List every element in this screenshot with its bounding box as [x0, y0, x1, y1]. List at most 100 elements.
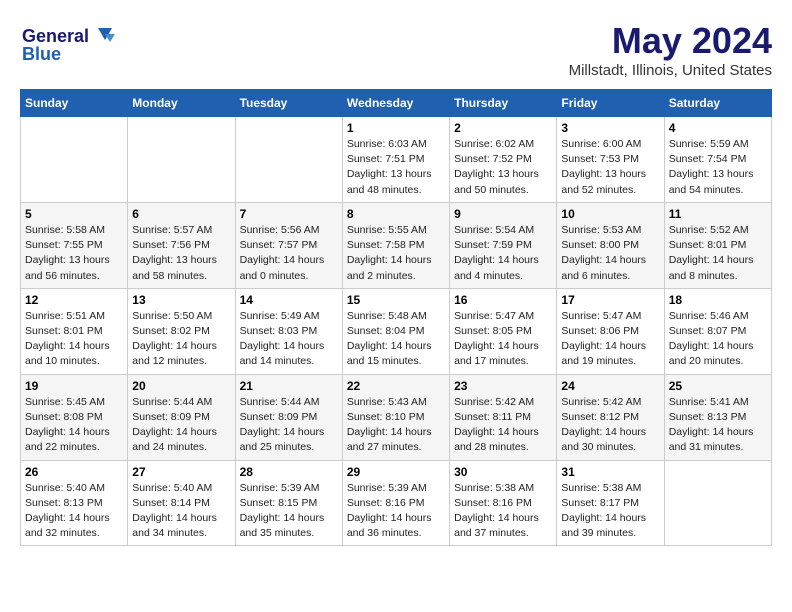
day-number: 14 — [240, 293, 338, 307]
day-number: 12 — [25, 293, 123, 307]
day-number: 17 — [561, 293, 659, 307]
day-number: 23 — [454, 379, 552, 393]
day-info: Sunrise: 6:00 AMSunset: 7:53 PMDaylight:… — [561, 137, 659, 198]
day-number: 7 — [240, 207, 338, 221]
weekday-header: Friday — [557, 90, 664, 117]
day-info: Sunrise: 5:38 AMSunset: 8:17 PMDaylight:… — [561, 481, 659, 542]
day-info: Sunrise: 5:48 AMSunset: 8:04 PMDaylight:… — [347, 309, 445, 370]
calendar-cell: 10 Sunrise: 5:53 AMSunset: 8:00 PMDayligh… — [557, 202, 664, 288]
day-number: 26 — [25, 465, 123, 479]
day-number: 18 — [669, 293, 767, 307]
svg-text:General: General — [22, 26, 89, 46]
day-number: 13 — [132, 293, 230, 307]
day-info: Sunrise: 5:49 AMSunset: 8:03 PMDaylight:… — [240, 309, 338, 370]
weekday-header: Wednesday — [342, 90, 449, 117]
day-info: Sunrise: 6:02 AMSunset: 7:52 PMDaylight:… — [454, 137, 552, 198]
calendar-cell: 12 Sunrise: 5:51 AMSunset: 8:01 PMDayligh… — [21, 288, 128, 374]
day-info: Sunrise: 5:51 AMSunset: 8:01 PMDaylight:… — [25, 309, 123, 370]
day-number: 15 — [347, 293, 445, 307]
calendar-cell: 19 Sunrise: 5:45 AMSunset: 8:08 PMDayligh… — [21, 374, 128, 460]
calendar-cell: 23Sunrise: 5:42 AMSunset: 8:11 PMDayligh… — [450, 374, 557, 460]
day-info: Sunrise: 5:53 AMSunset: 8:00 PMDaylight:… — [561, 223, 659, 284]
calendar-cell — [21, 117, 128, 203]
day-info: Sunrise: 5:39 AMSunset: 8:15 PMDaylight:… — [240, 481, 338, 542]
day-info: Sunrise: 5:47 AMSunset: 8:06 PMDaylight:… — [561, 309, 659, 370]
day-info: Sunrise: 5:40 AMSunset: 8:13 PMDaylight:… — [25, 481, 123, 542]
calendar-cell: 24Sunrise: 5:42 AMSunset: 8:12 PMDayligh… — [557, 374, 664, 460]
calendar-cell: 18 Sunrise: 5:46 AMSunset: 8:07 PMDayligh… — [664, 288, 771, 374]
day-info: Sunrise: 5:39 AMSunset: 8:16 PMDaylight:… — [347, 481, 445, 542]
weekday-header: Saturday — [664, 90, 771, 117]
calendar-cell: 26 Sunrise: 5:40 AMSunset: 8:13 PMDayligh… — [21, 460, 128, 546]
day-info: Sunrise: 5:57 AMSunset: 7:56 PMDaylight:… — [132, 223, 230, 284]
day-info: Sunrise: 5:41 AMSunset: 8:13 PMDaylight:… — [669, 395, 767, 456]
calendar-cell: 9 Sunrise: 5:54 AMSunset: 7:59 PMDaylight… — [450, 202, 557, 288]
calendar-cell: 28 Sunrise: 5:39 AMSunset: 8:15 PMDayligh… — [235, 460, 342, 546]
calendar-week-row: 12 Sunrise: 5:51 AMSunset: 8:01 PMDayligh… — [21, 288, 772, 374]
page-subtitle: Millstadt, Illinois, United States — [569, 62, 772, 79]
day-info: Sunrise: 5:38 AMSunset: 8:16 PMDaylight:… — [454, 481, 552, 542]
day-info: Sunrise: 5:54 AMSunset: 7:59 PMDaylight:… — [454, 223, 552, 284]
calendar-cell: 27 Sunrise: 5:40 AMSunset: 8:14 PMDayligh… — [128, 460, 235, 546]
calendar-cell: 6 Sunrise: 5:57 AMSunset: 7:56 PMDaylight… — [128, 202, 235, 288]
calendar-cell — [664, 460, 771, 546]
calendar-header-row: SundayMondayTuesdayWednesdayThursdayFrid… — [21, 90, 772, 117]
calendar-cell: 20 Sunrise: 5:44 AMSunset: 8:09 PMDayligh… — [128, 374, 235, 460]
logo-svg: General Blue — [20, 20, 120, 70]
day-info: Sunrise: 5:52 AMSunset: 8:01 PMDaylight:… — [669, 223, 767, 284]
day-number: 3 — [561, 121, 659, 135]
calendar-cell: 2 Sunrise: 6:02 AMSunset: 7:52 PMDaylight… — [450, 117, 557, 203]
calendar-cell: 11 Sunrise: 5:52 AMSunset: 8:01 PMDayligh… — [664, 202, 771, 288]
day-number: 1 — [347, 121, 445, 135]
day-number: 8 — [347, 207, 445, 221]
day-info: Sunrise: 5:45 AMSunset: 8:08 PMDaylight:… — [25, 395, 123, 456]
calendar-cell: 16Sunrise: 5:47 AMSunset: 8:05 PMDayligh… — [450, 288, 557, 374]
day-number: 6 — [132, 207, 230, 221]
calendar-cell: 13 Sunrise: 5:50 AMSunset: 8:02 PMDayligh… — [128, 288, 235, 374]
calendar-cell: 30 Sunrise: 5:38 AMSunset: 8:16 PMDayligh… — [450, 460, 557, 546]
calendar-week-row: 19 Sunrise: 5:45 AMSunset: 8:08 PMDayligh… — [21, 374, 772, 460]
calendar-cell: 3 Sunrise: 6:00 AMSunset: 7:53 PMDaylight… — [557, 117, 664, 203]
page-header: General Blue May 2024 Millstadt, Illinoi… — [20, 20, 772, 79]
day-info: Sunrise: 5:55 AMSunset: 7:58 PMDaylight:… — [347, 223, 445, 284]
day-number: 5 — [25, 207, 123, 221]
day-number: 28 — [240, 465, 338, 479]
day-info: Sunrise: 5:44 AMSunset: 8:09 PMDaylight:… — [132, 395, 230, 456]
calendar-cell: 21Sunrise: 5:44 AMSunset: 8:09 PMDayligh… — [235, 374, 342, 460]
day-number: 21 — [240, 379, 338, 393]
weekday-header: Sunday — [21, 90, 128, 117]
calendar-week-row: 5 Sunrise: 5:58 AMSunset: 7:55 PMDaylight… — [21, 202, 772, 288]
weekday-header: Thursday — [450, 90, 557, 117]
calendar-cell: 1Sunrise: 6:03 AMSunset: 7:51 PMDaylight… — [342, 117, 449, 203]
day-number: 20 — [132, 379, 230, 393]
day-number: 10 — [561, 207, 659, 221]
day-info: Sunrise: 5:59 AMSunset: 7:54 PMDaylight:… — [669, 137, 767, 198]
day-number: 11 — [669, 207, 767, 221]
day-number: 19 — [25, 379, 123, 393]
day-info: Sunrise: 5:40 AMSunset: 8:14 PMDaylight:… — [132, 481, 230, 542]
day-info: Sunrise: 5:42 AMSunset: 8:12 PMDaylight:… — [561, 395, 659, 456]
day-number: 27 — [132, 465, 230, 479]
day-info: Sunrise: 5:47 AMSunset: 8:05 PMDaylight:… — [454, 309, 552, 370]
calendar-cell: 8 Sunrise: 5:55 AMSunset: 7:58 PMDaylight… — [342, 202, 449, 288]
day-info: Sunrise: 5:46 AMSunset: 8:07 PMDaylight:… — [669, 309, 767, 370]
day-number: 31 — [561, 465, 659, 479]
day-info: Sunrise: 5:43 AMSunset: 8:10 PMDaylight:… — [347, 395, 445, 456]
calendar-week-row: 26 Sunrise: 5:40 AMSunset: 8:13 PMDayligh… — [21, 460, 772, 546]
day-info: Sunrise: 5:56 AMSunset: 7:57 PMDaylight:… — [240, 223, 338, 284]
weekday-header: Tuesday — [235, 90, 342, 117]
calendar-cell: 14 Sunrise: 5:49 AMSunset: 8:03 PMDayligh… — [235, 288, 342, 374]
day-info: Sunrise: 5:58 AMSunset: 7:55 PMDaylight:… — [25, 223, 123, 284]
day-number: 30 — [454, 465, 552, 479]
calendar-cell: 31 Sunrise: 5:38 AMSunset: 8:17 PMDayligh… — [557, 460, 664, 546]
day-number: 9 — [454, 207, 552, 221]
calendar-cell: 17 Sunrise: 5:47 AMSunset: 8:06 PMDayligh… — [557, 288, 664, 374]
svg-text:Blue: Blue — [22, 44, 61, 64]
calendar-cell: 29Sunrise: 5:39 AMSunset: 8:16 PMDayligh… — [342, 460, 449, 546]
day-number: 2 — [454, 121, 552, 135]
calendar-cell: 7 Sunrise: 5:56 AMSunset: 7:57 PMDaylight… — [235, 202, 342, 288]
calendar-table: SundayMondayTuesdayWednesdayThursdayFrid… — [20, 89, 772, 546]
day-number: 4 — [669, 121, 767, 135]
logo: General Blue — [20, 20, 120, 75]
day-info: Sunrise: 5:50 AMSunset: 8:02 PMDaylight:… — [132, 309, 230, 370]
